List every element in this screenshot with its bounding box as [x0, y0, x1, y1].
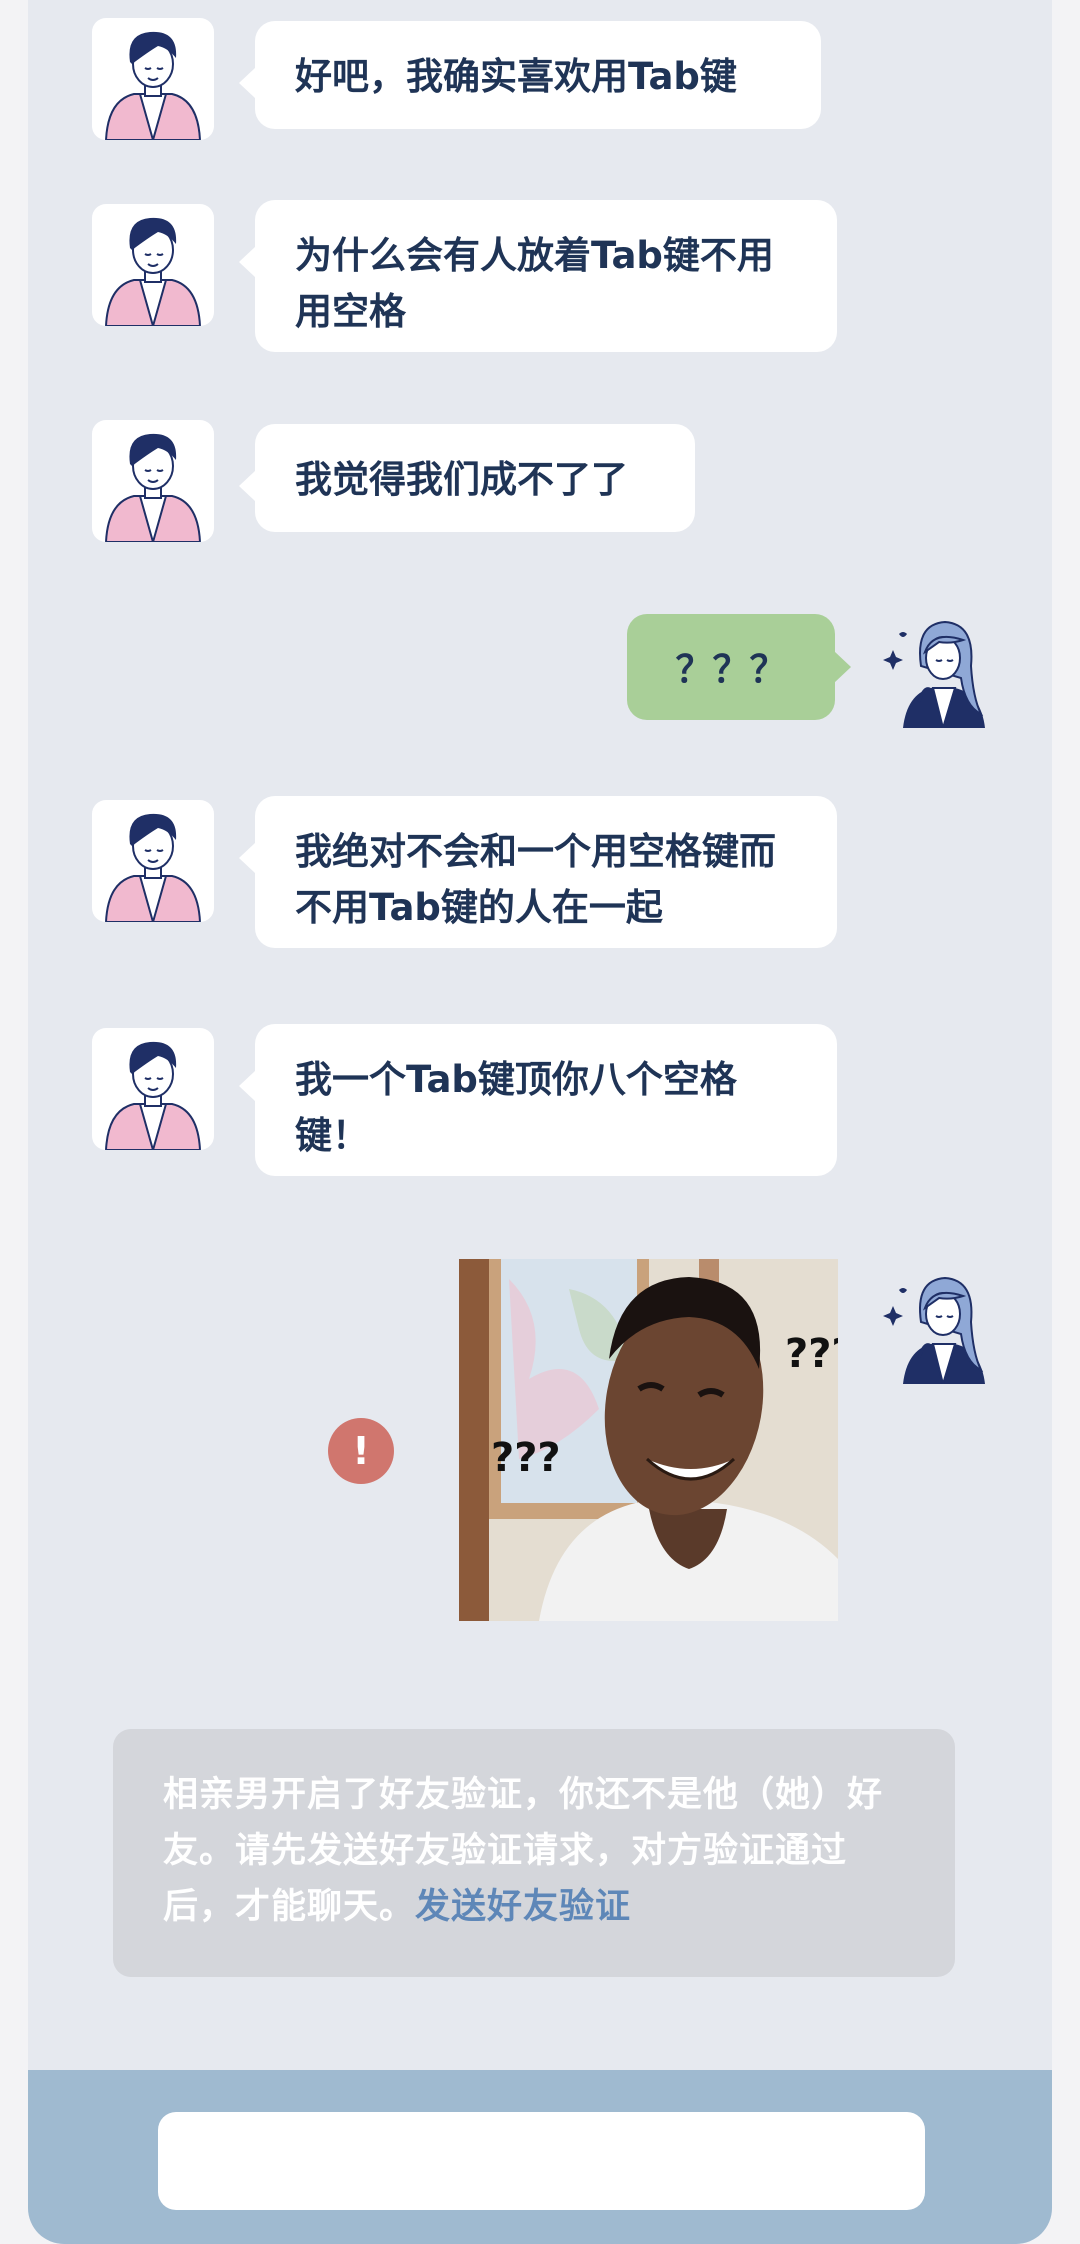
message-text: 我一个Tab键顶你八个空格键！	[295, 1058, 737, 1157]
message-bubble[interactable]: 我觉得我们成不了了	[239, 424, 695, 532]
meme-image[interactable]: ??? ???	[459, 1259, 838, 1621]
message-text: 好吧，我确实喜欢用Tab键	[295, 55, 737, 98]
meme-label-left: ???	[491, 1435, 561, 1481]
send-failed-error-icon[interactable]: !	[328, 1418, 394, 1484]
meme-label-right: ???	[785, 1331, 838, 1377]
female-avatar-icon[interactable]	[881, 606, 1003, 728]
male-avatar-icon[interactable]	[92, 18, 214, 140]
male-avatar-icon[interactable]	[92, 420, 214, 542]
message-text: 为什么会有人放着Tab键不用用空格	[295, 234, 774, 333]
message-bubble[interactable]: 好吧，我确实喜欢用Tab键	[239, 21, 821, 129]
send-verification-link[interactable]: 发送好友验证	[415, 1887, 631, 1927]
message-bubble[interactable]: 为什么会有人放着Tab键不用用空格	[239, 200, 837, 352]
male-avatar-icon[interactable]	[92, 800, 214, 922]
chat-screen: 好吧，我确实喜欢用Tab键 为什么会有人放着Tab键不用用空格 我觉得我们成不了…	[28, 0, 1052, 2244]
message-input[interactable]	[158, 2112, 925, 2210]
female-avatar-icon[interactable]	[881, 1262, 1003, 1384]
message-bubble[interactable]: 我一个Tab键顶你八个空格键！	[239, 1024, 837, 1176]
message-text: 我觉得我们成不了了	[295, 458, 628, 501]
male-avatar-icon[interactable]	[92, 204, 214, 326]
message-text: ？？？	[675, 648, 787, 691]
message-bubble[interactable]: 我绝对不会和一个用空格键而不用Tab键的人在一起	[239, 796, 837, 948]
friend-verification-notice: 相亲男开启了好友验证，你还不是他（她）好友。请先发送好友验证请求，对方验证通过后…	[113, 1729, 955, 1977]
input-bar	[28, 2070, 1052, 2244]
message-text: 我绝对不会和一个用空格键而不用Tab键的人在一起	[295, 830, 776, 929]
my-message-bubble[interactable]: ？？？	[627, 614, 851, 720]
error-icon-glyph: !	[352, 1429, 370, 1473]
male-avatar-icon[interactable]	[92, 1028, 214, 1150]
